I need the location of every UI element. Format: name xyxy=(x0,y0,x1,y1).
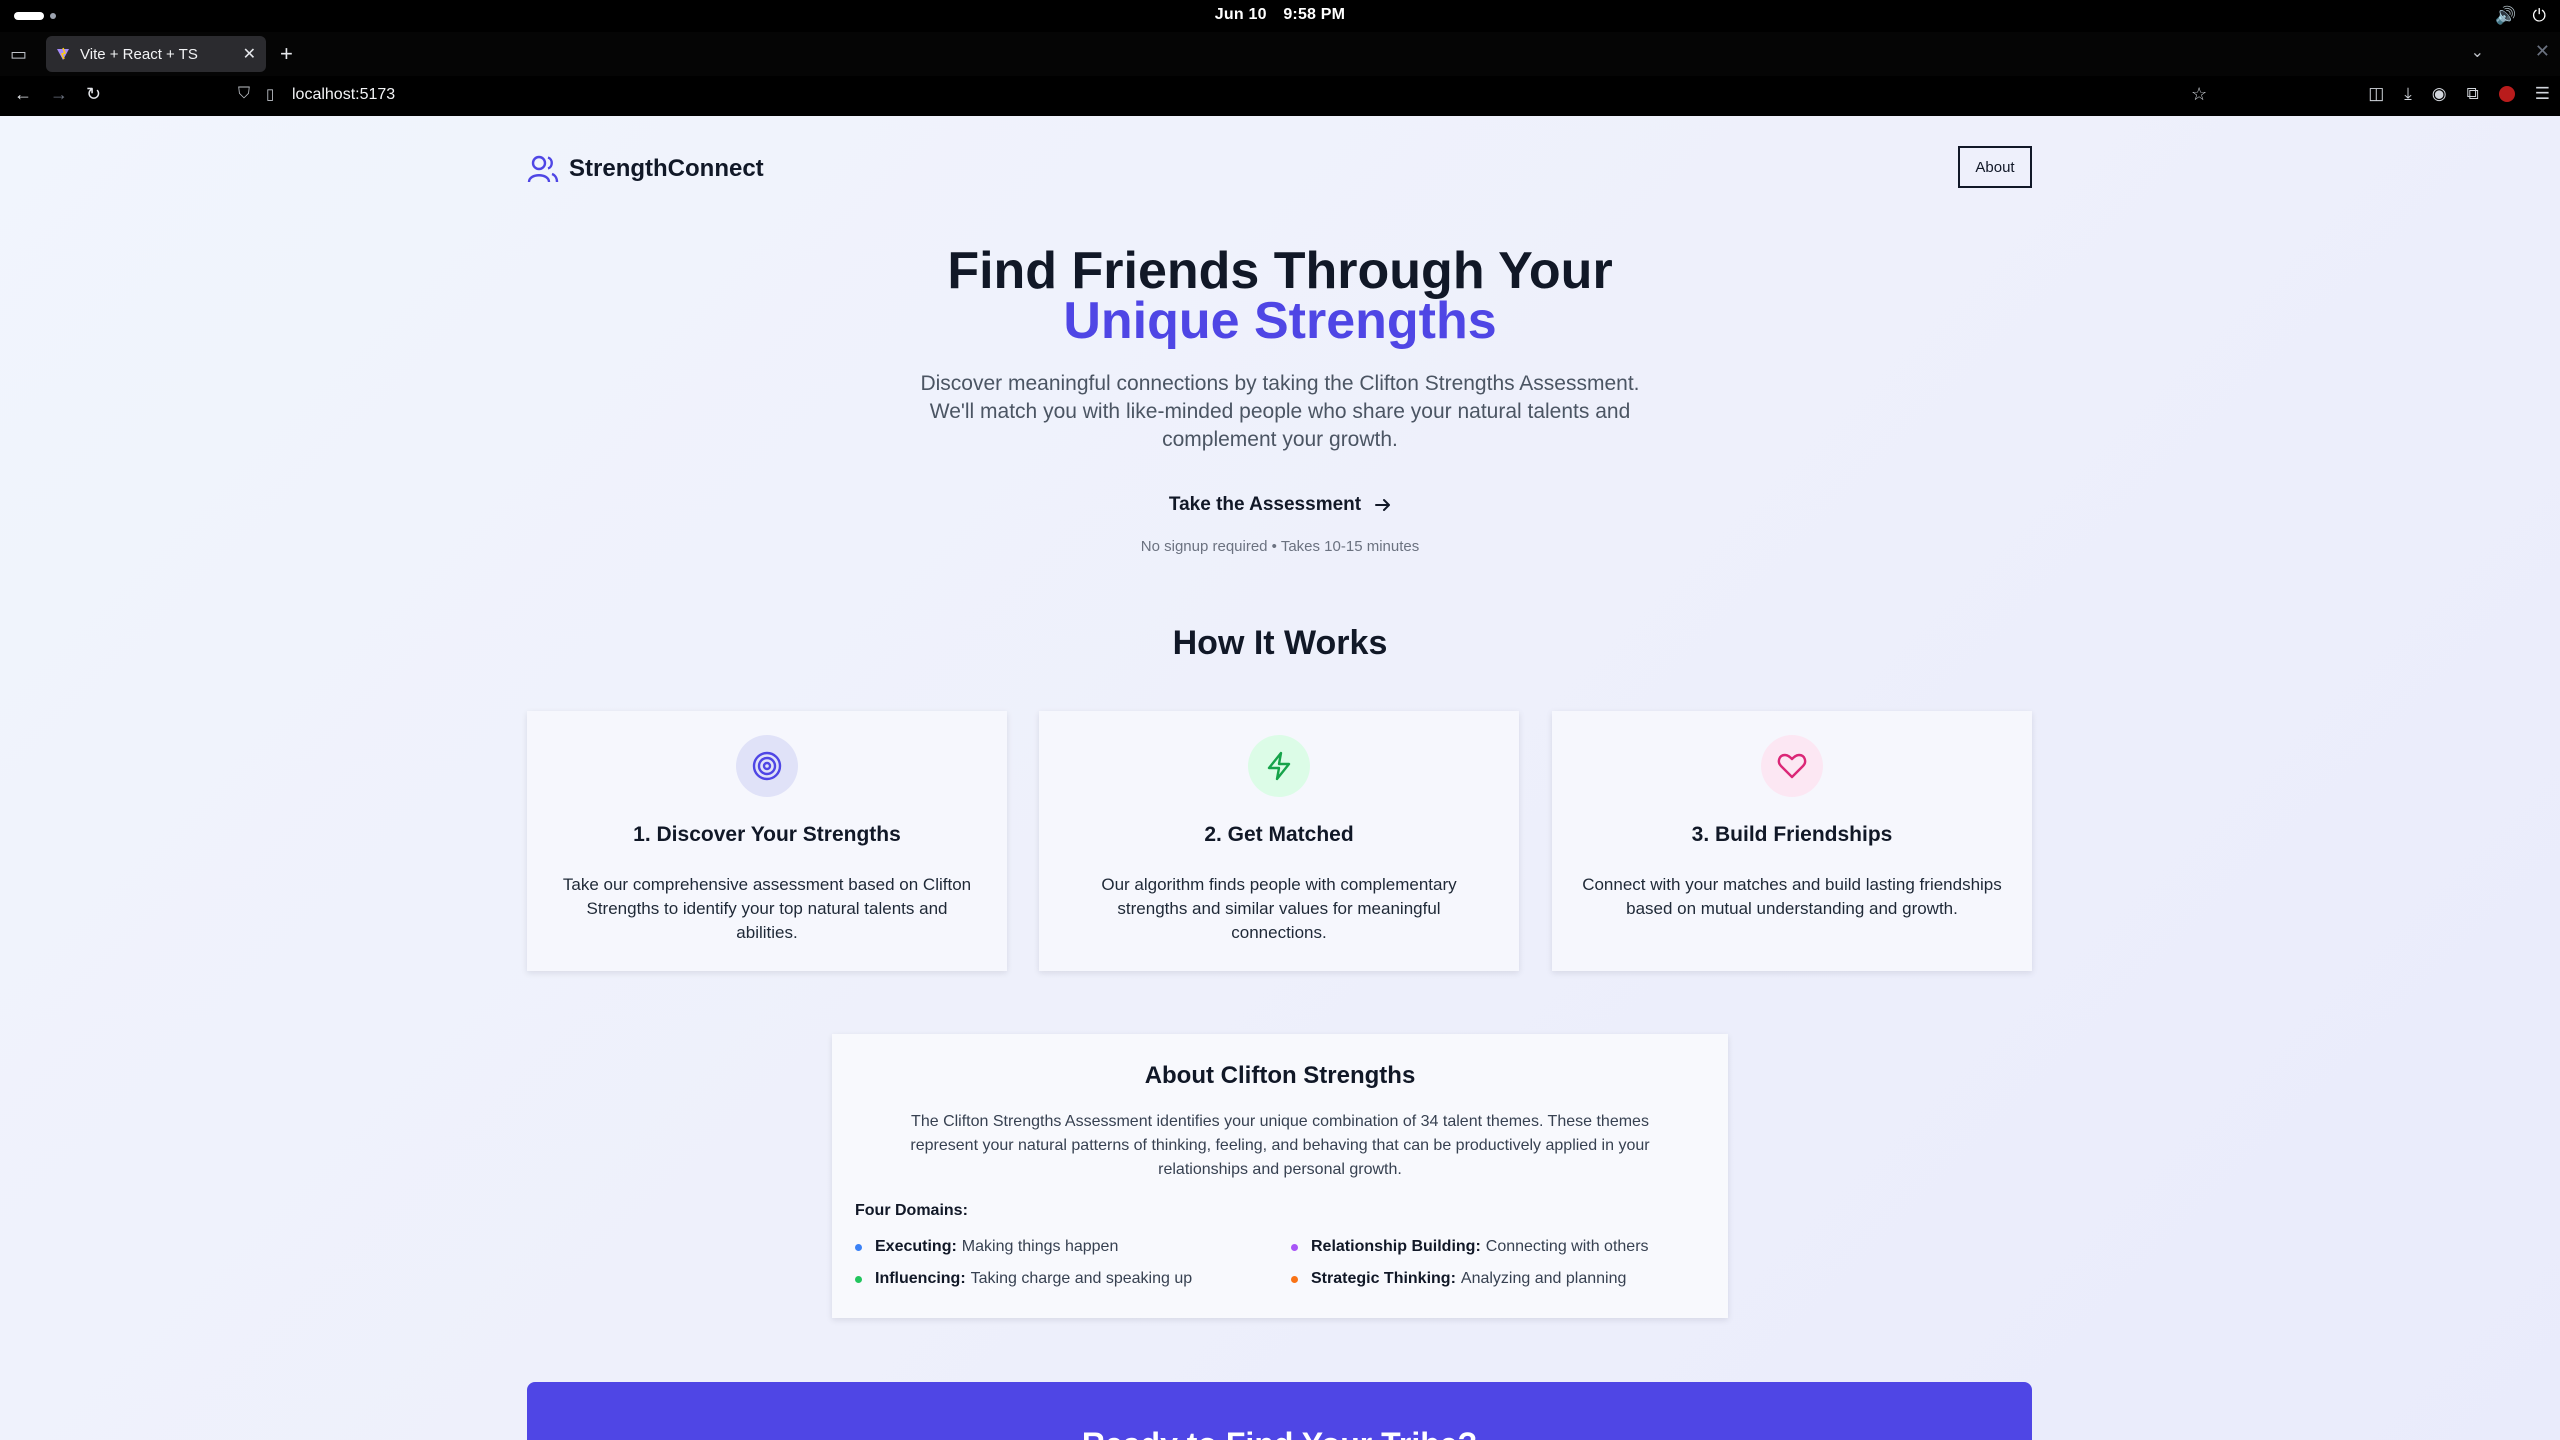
tab-overview-icon[interactable]: ▭ xyxy=(10,44,27,65)
domain-name: Strategic Thinking: xyxy=(1311,1270,1456,1287)
arrow-right-icon xyxy=(1375,499,1391,511)
url-field[interactable]: localhost:5173 xyxy=(292,86,395,104)
step-text: Our algorithm finds people with compleme… xyxy=(1101,875,1457,942)
power-icon[interactable]: ⏻ xyxy=(2533,6,2546,26)
account-icon[interactable]: ◉ xyxy=(2432,84,2447,104)
shield-icon[interactable]: ⛉ xyxy=(238,85,250,103)
bookmark-star-icon[interactable]: ☆ xyxy=(2191,84,2207,105)
step-title: 3. Build Friendships xyxy=(1691,823,1893,846)
vite-favicon-icon xyxy=(57,47,69,60)
how-it-works-title: How It Works xyxy=(1172,624,1388,662)
how-it-works-cards: 1. Discover Your Strengths Take our comp… xyxy=(527,711,2032,971)
about-clifton-section: About Clifton Strengths The Clifton Stre… xyxy=(832,1034,1728,1318)
hero-title-line1: Find Friends Through Your xyxy=(947,242,1613,300)
tab-close-icon[interactable]: ✕ xyxy=(243,44,256,64)
domain-relationship-building: Relationship Building: Connecting with o… xyxy=(1291,1238,1649,1256)
hero-subtitle: Discover meaningful connections by takin… xyxy=(920,372,1640,451)
tab-list-chevron-icon[interactable]: ⌄ xyxy=(2471,42,2484,62)
step-icon-circle xyxy=(1248,735,1310,797)
pocket-icon[interactable]: ◫ xyxy=(2368,84,2384,104)
bullet-dot-icon xyxy=(855,1243,862,1251)
domain-name: Influencing: xyxy=(875,1270,966,1287)
download-icon[interactable]: ⤓ xyxy=(2404,84,2412,104)
bullet-dot-icon xyxy=(1291,1275,1298,1283)
domain-strategic-thinking: Strategic Thinking: Analyzing and planni… xyxy=(1291,1270,1626,1288)
about-title: About Clifton Strengths xyxy=(1144,1062,1416,1089)
domain-desc: Making things happen xyxy=(961,1238,1119,1255)
step-text: Take our comprehensive assessment based … xyxy=(562,875,972,942)
users-icon xyxy=(527,155,559,183)
step-card-matched: 2. Get Matched Our algorithm finds peopl… xyxy=(1039,711,1519,971)
extensions-icon[interactable]: ⧉ xyxy=(2467,84,2479,104)
browser-nav-bar: ← → ↻ ⛉ ▯ localhost:5173 ☆ ◫ ⤓ ◉ ⧉ ☰ xyxy=(0,76,2560,116)
page-viewport: StrengthConnect About Find Friends Throu… xyxy=(0,116,2560,1440)
browser-tab-strip: ▭ Vite + React + TS ✕ + ⌄ ✕ xyxy=(0,32,2560,76)
domain-name: Executing: xyxy=(875,1238,957,1255)
os-date: Jun 10 xyxy=(1214,6,1267,23)
step-icon-circle xyxy=(1761,735,1823,797)
about-button[interactable]: About xyxy=(1958,146,2032,188)
window-close-icon[interactable]: ✕ xyxy=(2535,41,2550,62)
step-card-friendships: 3. Build Friendships Connect with your m… xyxy=(1552,711,2032,971)
bullet-dot-icon xyxy=(855,1275,862,1283)
step-icon-circle xyxy=(736,735,798,797)
hero-title-line2: Unique Strengths xyxy=(1063,292,1497,350)
step-title: 1. Discover Your Strengths xyxy=(633,823,901,846)
bullet-dot-icon xyxy=(1291,1243,1298,1251)
cta-banner-title: Ready to Find Your Tribe? xyxy=(527,1426,2032,1440)
back-arrow-icon[interactable]: ← xyxy=(14,84,32,105)
step-title: 2. Get Matched xyxy=(1204,823,1354,846)
hero-section: Find Friends Through Your Unique Strengt… xyxy=(0,242,2560,555)
new-tab-icon[interactable]: + xyxy=(280,41,293,67)
about-text: The Clifton Strengths Assessment identif… xyxy=(910,1113,1650,1178)
os-clock[interactable]: Jun 10 9:58 PM xyxy=(0,6,2560,24)
ublock-icon[interactable] xyxy=(2498,86,2515,102)
tab-title: Vite + React + TS xyxy=(80,45,198,63)
brand[interactable]: StrengthConnect xyxy=(527,154,764,184)
cta-banner: Ready to Find Your Tribe? xyxy=(527,1382,2032,1440)
page-info-icon[interactable]: ▯ xyxy=(266,85,274,103)
domain-desc: Connecting with others xyxy=(1485,1238,1649,1255)
step-text: Connect with your matches and build last… xyxy=(1582,875,2002,918)
lightning-icon xyxy=(1267,751,1291,781)
heart-icon xyxy=(1777,753,1807,779)
target-icon xyxy=(752,751,782,781)
domain-influencing: Influencing: Taking charge and speaking … xyxy=(855,1270,1192,1288)
take-assessment-label: Take the Assessment xyxy=(1168,494,1362,515)
step-card-discover: 1. Discover Your Strengths Take our comp… xyxy=(527,711,1007,971)
domain-executing: Executing: Making things happen xyxy=(855,1238,1118,1256)
volume-icon[interactable]: 🔊 xyxy=(2495,6,2516,26)
reload-icon[interactable]: ↻ xyxy=(86,84,101,105)
brand-name: StrengthConnect xyxy=(569,155,764,182)
take-assessment-button[interactable]: Take the Assessment xyxy=(1169,494,1391,516)
cta-note: No signup required • Takes 10-15 minutes xyxy=(1140,538,1420,555)
domain-desc: Analyzing and planning xyxy=(1460,1270,1627,1287)
domain-desc: Taking charge and speaking up xyxy=(970,1270,1193,1287)
os-top-bar: Jun 10 9:58 PM 🔊 ⏻ xyxy=(0,0,2560,32)
menu-icon[interactable]: ☰ xyxy=(2535,84,2550,104)
domains-label: Four Domains: xyxy=(855,1202,968,1219)
browser-tab-active[interactable]: Vite + React + TS ✕ xyxy=(46,36,266,72)
site-header: StrengthConnect About xyxy=(527,146,2032,192)
forward-arrow-icon[interactable]: → xyxy=(50,84,68,105)
domain-name: Relationship Building: xyxy=(1311,1238,1481,1255)
os-time: 9:58 PM xyxy=(1283,6,1346,23)
